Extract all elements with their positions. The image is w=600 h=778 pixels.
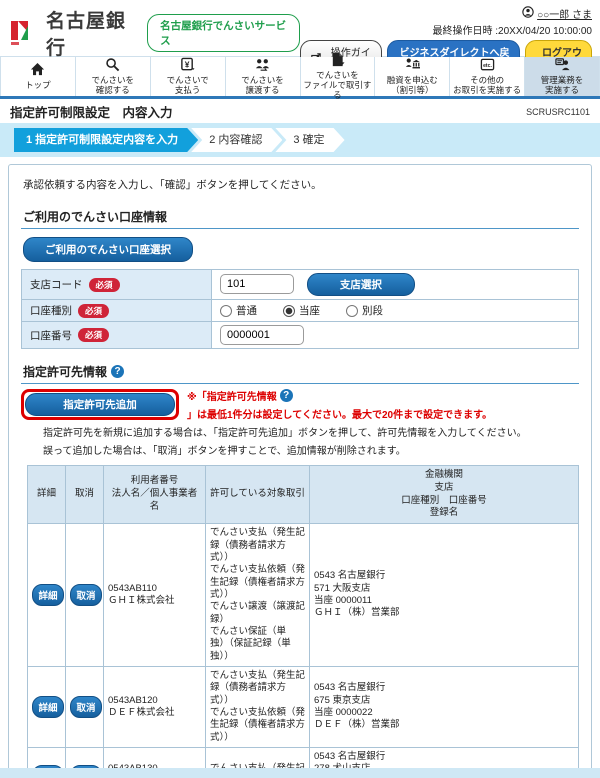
brand: 名古屋銀行 名古屋銀行でんさいサービス (8, 6, 300, 54)
loan-icon (405, 57, 420, 75)
nav-file-trade[interactable]: でんさいを ファイルで取引する (301, 57, 376, 96)
highlight-frame: 指定許可先追加 (21, 389, 179, 420)
permit-note-2: 誤って追加した場合は、「取消」ボタンを押すことで、追加情報が削除されます。 (43, 442, 579, 457)
step-3: 3 確定 (275, 128, 344, 152)
bank-name: 名古屋銀行 (46, 6, 139, 60)
admin-icon (555, 57, 570, 75)
step-2: 2 内容確認 (191, 128, 282, 152)
add-permit-button[interactable]: 指定許可先追加 (25, 393, 175, 416)
page-title: 指定許可制限設定 内容入力 (10, 102, 173, 121)
col-user: 利用者番号 法人名／個人事業者名 (104, 466, 206, 524)
required-badge: 必須 (78, 328, 109, 342)
cell-bank: 0543 名古屋銀行 571 大阪支店 当座 0000011 ＧＨＩ（株）営業部 (310, 524, 579, 667)
branch-code-row: 支店コード 必須 支店選択 (22, 270, 579, 300)
nav-pay-densai[interactable]: ¥ でんさいで 支払う (151, 57, 226, 96)
branch-code-label: 支店コード (30, 277, 83, 292)
radio-touza-label: 当座 (299, 303, 320, 318)
account-form: 支店コード 必須 支店選択 口座種別 必須 (21, 269, 579, 349)
account-select-button[interactable]: ご利用のでんさい口座選択 (23, 237, 193, 262)
branch-select-button[interactable]: 支店選択 (307, 273, 415, 296)
step-indicator: 1 指定許可制限設定内容を入力 2 内容確認 3 確定 (0, 123, 600, 157)
last-operation-time: 最終操作日時 :20XX/04/20 10:00:00 (300, 22, 592, 37)
step-1: 1 指定許可制限設定内容を入力 (14, 128, 198, 152)
main-nav: トップ でんさいを 確認する ¥ でんさいで 支払う でんさいを 譲渡する でん… (0, 56, 600, 99)
search-icon (105, 57, 120, 75)
instruction-text: 承認依頼する内容を入力し、「確認」ボタンを押してください。 (21, 173, 579, 194)
account-number-input[interactable] (220, 325, 304, 345)
main-content: 承認依頼する内容を入力し、「確認」ボタンを押してください。 ご利用のでんさい口座… (8, 164, 592, 772)
cell-user: 0543AB110 ＧＨＩ株式会社 (104, 524, 206, 667)
radio-futsuu-label: 普通 (236, 303, 257, 318)
add-permit-row: 指定許可先追加 ※「指定許可先情報 ? 」は最低1件分は設定してください。最大で… (21, 388, 579, 421)
branch-code-input[interactable] (220, 274, 294, 294)
top-header: 名古屋銀行 名古屋銀行でんさいサービス ○○一郎 さま 最終操作日時 :20XX… (0, 0, 600, 56)
service-badge: 名古屋銀行でんさいサービス (147, 14, 300, 52)
user-icon (522, 6, 534, 21)
account-section-title: ご利用のでんさい口座情報 (21, 206, 579, 229)
permit-red-note: ※「指定許可先情報 ? 」は最低1件分は設定してください。最大で20件まで設定で… (187, 388, 579, 421)
transfer-icon (255, 57, 270, 75)
col-transactions: 許可している対象取引 (206, 466, 310, 524)
table-row: 詳細 取消 0543AB110 ＧＨＩ株式会社 でんさい支払（発生記録（債務者請… (28, 524, 579, 667)
col-bank: 金融機関 支店 口座種別 口座番号 登録名 (310, 466, 579, 524)
account-number-row: 口座番号 必須 (22, 322, 579, 349)
nav-confirm-densai[interactable]: でんさいを 確認する (76, 57, 151, 96)
cancel-button[interactable]: 取消 (70, 696, 102, 718)
svg-text:etc.: etc. (483, 63, 492, 69)
required-badge: 必須 (78, 304, 109, 318)
help-icon[interactable]: ? (280, 389, 293, 402)
permit-table-header: 詳細 取消 利用者番号 法人名／個人事業者名 許可している対象取引 金融機関 支… (28, 466, 579, 524)
bank-logo-icon (8, 18, 38, 48)
account-number-label: 口座番号 (30, 328, 72, 343)
cell-transactions: でんさい支払（発生記録（債務者請求方式）） でんさい支払依頼（発生記録（債権者請… (206, 667, 310, 748)
col-cancel: 取消 (66, 466, 104, 524)
table-row: 詳細 取消 0543AB120 ＤＥＦ株式会社 でんさい支払（発生記録（債務者請… (28, 667, 579, 748)
header-right: ○○一郎 さま 最終操作日時 :20XX/04/20 10:00:00 操作ガイ… (300, 6, 592, 54)
detail-button[interactable]: 詳細 (32, 584, 64, 606)
screen-id: SCRUSRC1101 (526, 107, 590, 117)
account-type-label: 口座種別 (30, 303, 72, 318)
radio-betsudan[interactable] (346, 305, 358, 317)
radio-betsudan-label: 別段 (362, 303, 383, 318)
yen-icon: ¥ (180, 57, 195, 75)
svg-text:¥: ¥ (185, 60, 190, 70)
radio-futsuu[interactable] (220, 305, 232, 317)
nav-transfer-densai[interactable]: でんさいを 譲渡する (226, 57, 301, 96)
etc-icon: etc. (480, 57, 495, 75)
required-badge: 必須 (89, 278, 120, 292)
title-row: 指定許可制限設定 内容入力 SCRUSRC1101 (0, 99, 600, 123)
radio-touza[interactable] (283, 305, 295, 317)
account-type-row: 口座種別 必須 普通 当座 別段 (22, 300, 579, 322)
cancel-button[interactable]: 取消 (70, 584, 102, 606)
cell-user: 0543AB120 ＤＥＦ株式会社 (104, 667, 206, 748)
footer-strip (0, 768, 600, 778)
permit-section-title: 指定許可先情報 ? (21, 361, 579, 384)
nav-admin-tasks[interactable]: 管理業務を 実施する (525, 57, 600, 96)
cell-bank: 0543 名古屋銀行 675 東京支店 当座 0000022 ＤＥＦ（株）営業部 (310, 667, 579, 748)
detail-button[interactable]: 詳細 (32, 696, 64, 718)
nav-top[interactable]: トップ (0, 57, 76, 96)
permit-table: 詳細 取消 利用者番号 法人名／個人事業者名 許可している対象取引 金融機関 支… (27, 465, 579, 772)
nav-loan-apply[interactable]: 融資を申込む （割引等） (375, 57, 450, 96)
page: 名古屋銀行 名古屋銀行でんさいサービス ○○一郎 さま 最終操作日時 :20XX… (0, 0, 600, 778)
help-icon[interactable]: ? (111, 365, 124, 378)
home-icon (30, 62, 45, 80)
col-detail: 詳細 (28, 466, 66, 524)
file-icon (330, 52, 345, 70)
cell-transactions: でんさい支払（発生記録（債務者請求方式）） でんさい支払依頼（発生記録（債権者請… (206, 524, 310, 667)
permit-note-1: 指定許可先を新規に追加する場合は、「指定許可先追加」ボタンを押して、許可先情報を… (43, 424, 579, 439)
user-name-link[interactable]: ○○一郎 さま (537, 6, 592, 21)
nav-other-trades[interactable]: etc. その他の お取引を実施する (450, 57, 525, 96)
